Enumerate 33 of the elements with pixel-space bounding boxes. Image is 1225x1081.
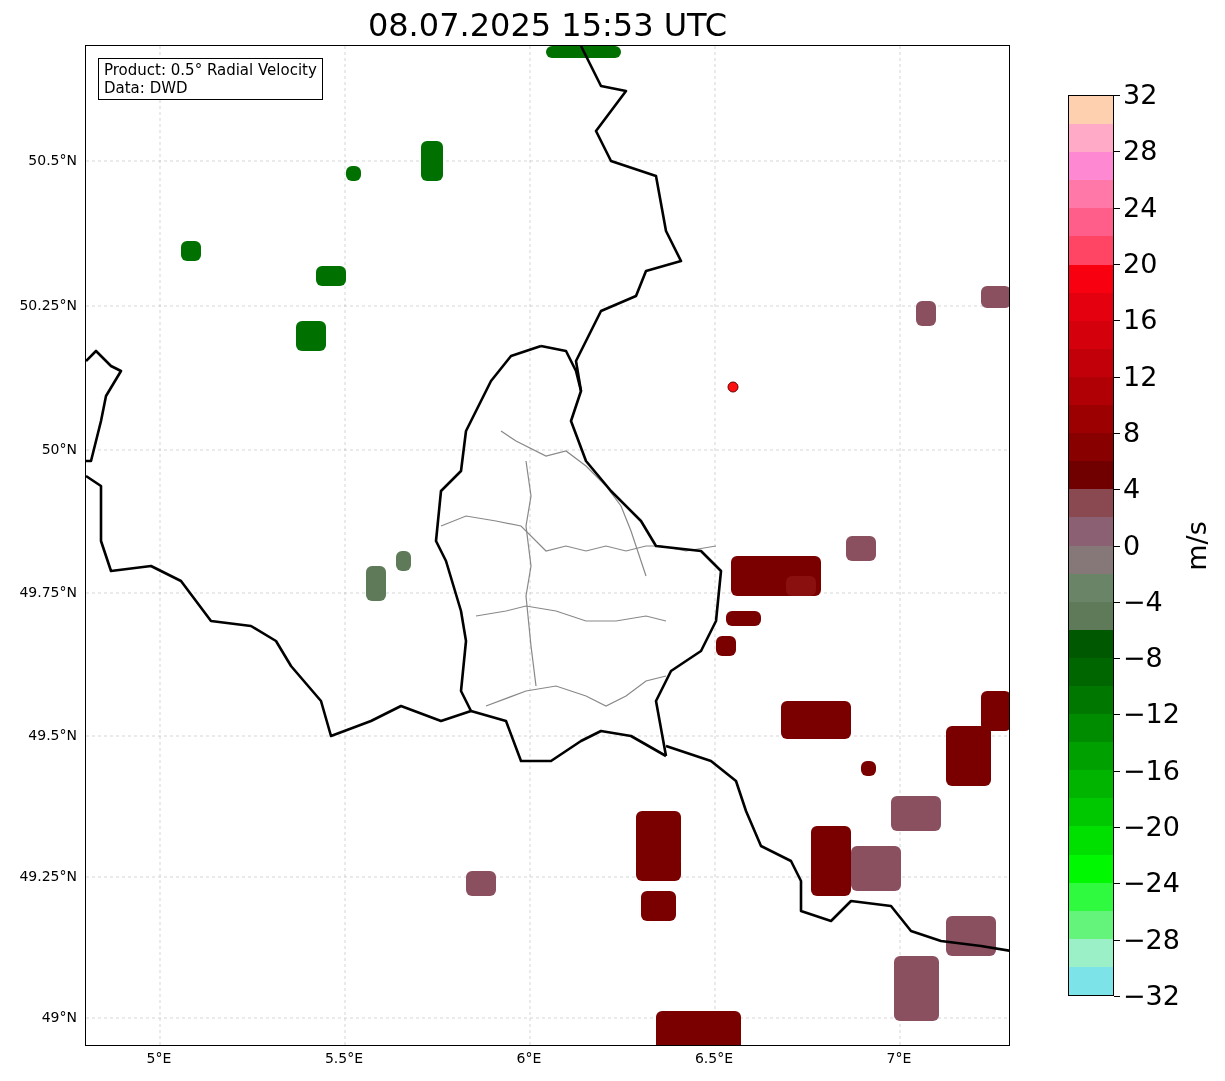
latitude-label: 50°N [41,441,77,457]
chart-title: 08.07.2025 15:53 UTC [367,5,728,45]
latitude-label: 49.5°N [28,727,77,743]
colorbar-tick-label: −20 [1114,812,1180,843]
colorbar-tick-label: 20 [1114,248,1158,279]
colorbar-tick-label: −16 [1114,755,1180,786]
colorbar-tick-label: −32 [1114,981,1180,1011]
colorbar-tick-label: 32 [1114,80,1158,110]
colorbar-label: m/s [1181,520,1213,571]
latitude-label: 49.75°N [19,584,77,600]
latitude-label: 50.5°N [28,152,77,168]
colorbar-tick-label: 0 [1114,530,1141,561]
colorbar-tick-label: −12 [1114,699,1180,730]
colorbar-tick-label: −8 [1114,643,1163,674]
longitude-label: 6°E [516,1050,542,1066]
latitude-label: 49°N [41,1009,77,1025]
colorbar-tick-label: 16 [1114,305,1158,336]
colorbar-tick-label: 24 [1114,192,1158,223]
longitude-label: 7°E [886,1050,912,1066]
colorbar-tick-label: 8 [1114,417,1141,448]
longitude-label: 5°E [146,1050,172,1066]
latitude-label: 49.25°N [19,868,77,884]
info-text: Product: 0.5° Radial Velocity [104,61,317,79]
longitude-label: 5.5°E [324,1050,364,1066]
colorbar-tick-label: −24 [1114,868,1180,899]
colorbar-tick-label: 4 [1114,474,1141,505]
info-text: Data: DWD [104,79,189,97]
colorbar-tick-label: −28 [1114,924,1180,955]
latitude-label: 50.25°N [19,297,77,313]
colorbar-tick-label: 28 [1114,136,1158,167]
longitude-label: 6.5°E [694,1050,734,1066]
colorbar-tick-label: −4 [1114,586,1163,617]
colorbar-tick-label: 12 [1114,361,1158,392]
